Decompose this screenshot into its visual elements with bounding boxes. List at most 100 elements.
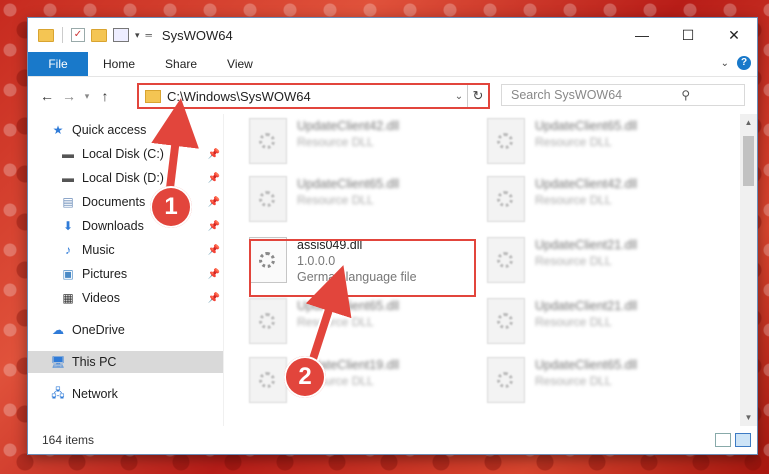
pin-icon: 📌	[207, 268, 220, 280]
pin-icon: 📌	[207, 220, 220, 232]
tiles-view-icon[interactable]	[735, 433, 751, 447]
window-title: SysWOW64	[161, 27, 233, 43]
navigation-pane: ★ Quick access ▬ Local Disk (C:) 📌 ▬ Loc…	[28, 114, 224, 426]
file-name: UpdateClient65.dll	[535, 119, 638, 133]
file-item[interactable]: UpdateClient42.dll Resource DLL	[487, 176, 712, 228]
sidebar-item-local-disk-d[interactable]: ▬ Local Disk (D:) 📌	[60, 167, 223, 189]
file-name: UpdateClient65.dll	[297, 177, 400, 191]
dll-file-icon	[487, 176, 525, 222]
tab-file[interactable]: File	[28, 52, 88, 76]
sidebar-item-label: OneDrive	[72, 323, 125, 337]
search-icon[interactable]: ⚲	[628, 88, 745, 102]
dll-file-icon	[487, 357, 525, 403]
minimize-button[interactable]: —	[619, 18, 665, 52]
sidebar-item-label: Quick access	[72, 123, 147, 137]
details-view-icon[interactable]	[715, 433, 731, 447]
file-name: UpdateClient42.dll	[535, 177, 638, 191]
address-bar-row: ← → ▾ ↑ C:\Windows\SysWOW64 ⌄ ↻ Search S…	[28, 77, 757, 115]
status-bar: 164 items	[28, 426, 757, 454]
file-item[interactable]: UpdateClient65.dll Resource DLL	[487, 118, 712, 170]
ribbon-tabs: File Home Share View ⌄ ?	[28, 52, 757, 77]
sidebar-item-label: This PC	[72, 355, 117, 369]
expand-ribbon-icon[interactable]: ⌄	[721, 58, 729, 69]
properties-icon[interactable]	[113, 28, 129, 42]
sidebar-item-label: Documents	[82, 195, 146, 209]
file-name: UpdateClient65.dll	[297, 299, 400, 313]
file-type: Resource DLL	[297, 135, 374, 149]
new-folder-icon[interactable]	[91, 28, 107, 42]
file-item[interactable]: UpdateClient19.dll Resource DLL	[249, 357, 474, 409]
tab-home[interactable]: Home	[88, 52, 150, 76]
search-placeholder: Search SysWOW64	[511, 88, 623, 102]
computer-icon: 🖥	[50, 355, 66, 369]
up-icon[interactable]: ↑	[94, 88, 116, 104]
file-type: Resource DLL	[535, 254, 612, 268]
folder-icon	[38, 28, 54, 42]
file-item[interactable]: UpdateClient21.dll Resource DLL	[487, 237, 712, 289]
file-type: Resource DLL	[535, 374, 612, 388]
help-button[interactable]: ?	[737, 56, 751, 70]
title-bar: ✓ ▾ ═ SysWOW64 — ☐ ✕	[28, 18, 757, 52]
sidebar-item-this-pc[interactable]: 🖥 This PC	[28, 351, 223, 373]
file-item[interactable]: UpdateClient21.dll Resource DLL	[487, 298, 712, 350]
file-item[interactable]: UpdateClient65.dll Resource DLL	[487, 357, 712, 409]
close-button[interactable]: ✕	[711, 18, 757, 52]
quick-access-toolbar: ✓ ▾ ═	[28, 27, 152, 43]
dll-file-icon	[249, 298, 287, 344]
scroll-up-icon[interactable]: ▲	[740, 118, 757, 127]
tab-share[interactable]: Share	[150, 52, 212, 76]
chevron-down-icon[interactable]: ▾	[135, 30, 140, 41]
sidebar-item-onedrive[interactable]: ☁ OneDrive	[50, 319, 223, 341]
explorer-window: ✓ ▾ ═ SysWOW64 — ☐ ✕ File Home Share Vie…	[28, 18, 757, 454]
pin-icon: 📌	[207, 148, 220, 160]
sidebar-item-label: Local Disk (C:)	[82, 147, 164, 161]
back-icon[interactable]: ←	[36, 88, 58, 104]
chevron-down-icon[interactable]: ⌄	[451, 91, 467, 102]
customize-toolbar-icon[interactable]: ═	[146, 30, 152, 40]
file-type: Resource DLL	[535, 135, 612, 149]
file-name: UpdateClient42.dll	[297, 119, 400, 133]
pin-icon: 📌	[207, 172, 220, 184]
pin-icon: 📌	[207, 244, 220, 256]
sidebar-item-local-disk-c[interactable]: ▬ Local Disk (C:) 📌	[60, 143, 223, 165]
search-input[interactable]: Search SysWOW64 ⚲	[501, 84, 745, 106]
file-item[interactable]: UpdateClient65.dll Resource DLL	[249, 176, 474, 228]
sidebar-item-label: Downloads	[82, 219, 144, 233]
recent-locations-icon[interactable]: ▾	[80, 91, 94, 102]
scroll-down-icon[interactable]: ▼	[740, 413, 757, 422]
sidebar-item-label: Local Disk (D:)	[82, 171, 164, 185]
address-path[interactable]: C:\Windows\SysWOW64	[167, 89, 451, 104]
pin-icon: 📌	[207, 196, 220, 208]
scrollbar-thumb[interactable]	[743, 136, 754, 186]
step-1-badge: 1	[150, 186, 192, 228]
sidebar-item-music[interactable]: ♪ Music 📌	[60, 239, 223, 261]
refresh-icon[interactable]: ↻	[467, 85, 488, 107]
documents-icon: ▤	[62, 195, 74, 209]
divider	[62, 27, 63, 43]
sidebar-item-label: Music	[82, 243, 115, 257]
cloud-icon: ☁	[52, 323, 64, 337]
sidebar-item-documents[interactable]: ▤ Documents 📌	[60, 191, 223, 213]
forward-icon[interactable]: →	[58, 88, 80, 104]
file-item[interactable]: UpdateClient42.dll Resource DLL	[249, 118, 474, 170]
address-bar[interactable]: C:\Windows\SysWOW64 ⌄ ↻	[137, 83, 490, 109]
file-item[interactable]: UpdateClient65.dll Resource DLL	[249, 298, 474, 350]
sidebar-item-pictures[interactable]: ▣ Pictures 📌	[60, 263, 223, 285]
dll-file-icon	[487, 298, 525, 344]
window-controls: — ☐ ✕	[619, 18, 757, 52]
sidebar-item-network[interactable]: 🖧 Network	[50, 383, 223, 405]
sidebar-item-label: Pictures	[82, 267, 128, 281]
properties-check-icon[interactable]: ✓	[71, 28, 85, 42]
sidebar-item-downloads[interactable]: ⬇ Downloads 📌	[60, 215, 223, 237]
file-highlight-box	[249, 239, 476, 297]
sidebar-item-label: Videos	[82, 291, 120, 305]
sidebar-item-quick-access[interactable]: ★ Quick access	[50, 119, 245, 141]
step-2-badge: 2	[284, 356, 326, 398]
vertical-scrollbar[interactable]: ▲ ▼	[740, 114, 757, 426]
file-type: Resource DLL	[535, 193, 612, 207]
tab-view[interactable]: View	[212, 52, 268, 76]
sidebar-item-videos[interactable]: ▦ Videos 📌	[60, 287, 223, 309]
item-count: 164 items	[42, 433, 95, 447]
maximize-button[interactable]: ☐	[665, 18, 711, 52]
pin-icon: 📌	[207, 292, 220, 304]
